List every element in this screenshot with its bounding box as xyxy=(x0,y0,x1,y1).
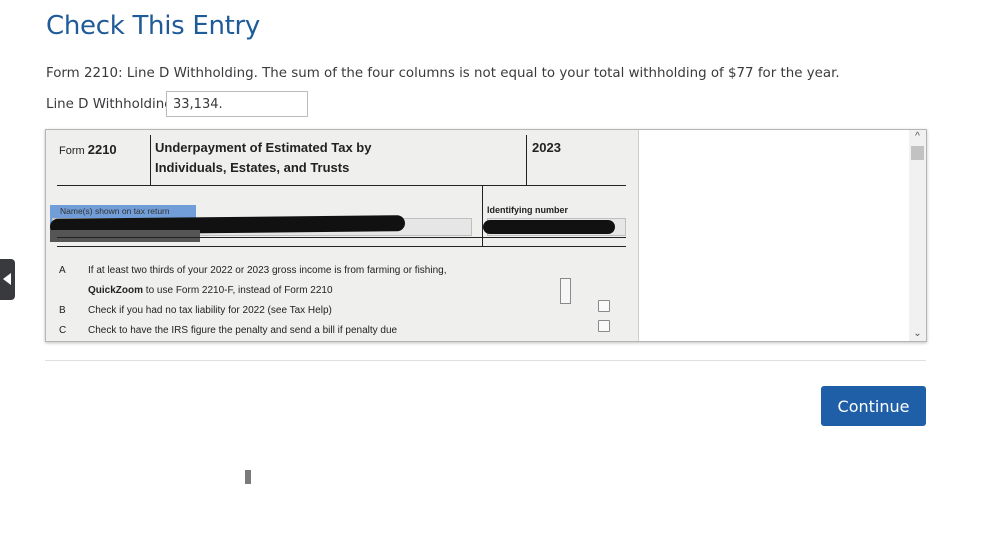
vertical-scrollbar[interactable]: ^ ⌄ xyxy=(909,130,926,341)
text-cursor-icon xyxy=(245,470,251,484)
row-letter-b: B xyxy=(59,305,66,316)
form-2210-page: Form 2210 Underpayment of Estimated Tax … xyxy=(46,130,639,341)
triangle-left-icon xyxy=(3,273,11,285)
identifying-number-label: Identifying number xyxy=(487,205,568,215)
row-a-text: If at least two thirds of your 2022 or 2… xyxy=(88,265,447,276)
line-d-withholding-label: Line D Withholding xyxy=(46,97,173,112)
section-divider xyxy=(45,360,926,361)
divider-line xyxy=(57,185,626,186)
continue-button[interactable]: Continue xyxy=(821,386,926,426)
row-b-text: Check if you had no tax liability for 20… xyxy=(88,305,332,316)
redaction-mark xyxy=(483,220,615,234)
line-d-withholding-input[interactable] xyxy=(166,91,308,117)
chevron-down-icon[interactable]: ⌄ xyxy=(909,327,926,341)
chevron-up-icon[interactable]: ^ xyxy=(909,130,926,144)
divider-line xyxy=(57,237,626,238)
names-label: Name(s) shown on tax return xyxy=(60,206,170,216)
side-panel-toggle[interactable] xyxy=(0,259,15,300)
error-message: Form 2210: Line D Withholding. The sum o… xyxy=(46,66,840,81)
checkbox-no-tax-liability[interactable] xyxy=(598,300,610,312)
form-viewer[interactable]: Form 2210 Underpayment of Estimated Tax … xyxy=(45,129,927,342)
row-letter-a: A xyxy=(59,265,66,276)
row-c-text: Check to have the IRS figure the penalty… xyxy=(88,325,398,336)
row-a-quickzoom-text: QuickZoom to use Form 2210-F, instead of… xyxy=(88,285,333,296)
form-number: Form 2210 xyxy=(59,142,117,157)
scroll-thumb[interactable] xyxy=(911,146,924,160)
page-title: Check This Entry xyxy=(46,11,261,41)
divider-line xyxy=(150,135,151,185)
redaction-mark xyxy=(50,230,200,242)
quickzoom-link[interactable]: QuickZoom xyxy=(88,285,143,296)
form-year: 2023 xyxy=(532,140,561,155)
form-title: Underpayment of Estimated Tax by Individ… xyxy=(155,140,372,175)
quickzoom-button[interactable] xyxy=(560,278,571,304)
row-letter-c: C xyxy=(59,325,67,336)
divider-line xyxy=(526,135,527,185)
checkbox-irs-figure-penalty[interactable] xyxy=(598,320,610,332)
divider-line xyxy=(57,246,626,247)
